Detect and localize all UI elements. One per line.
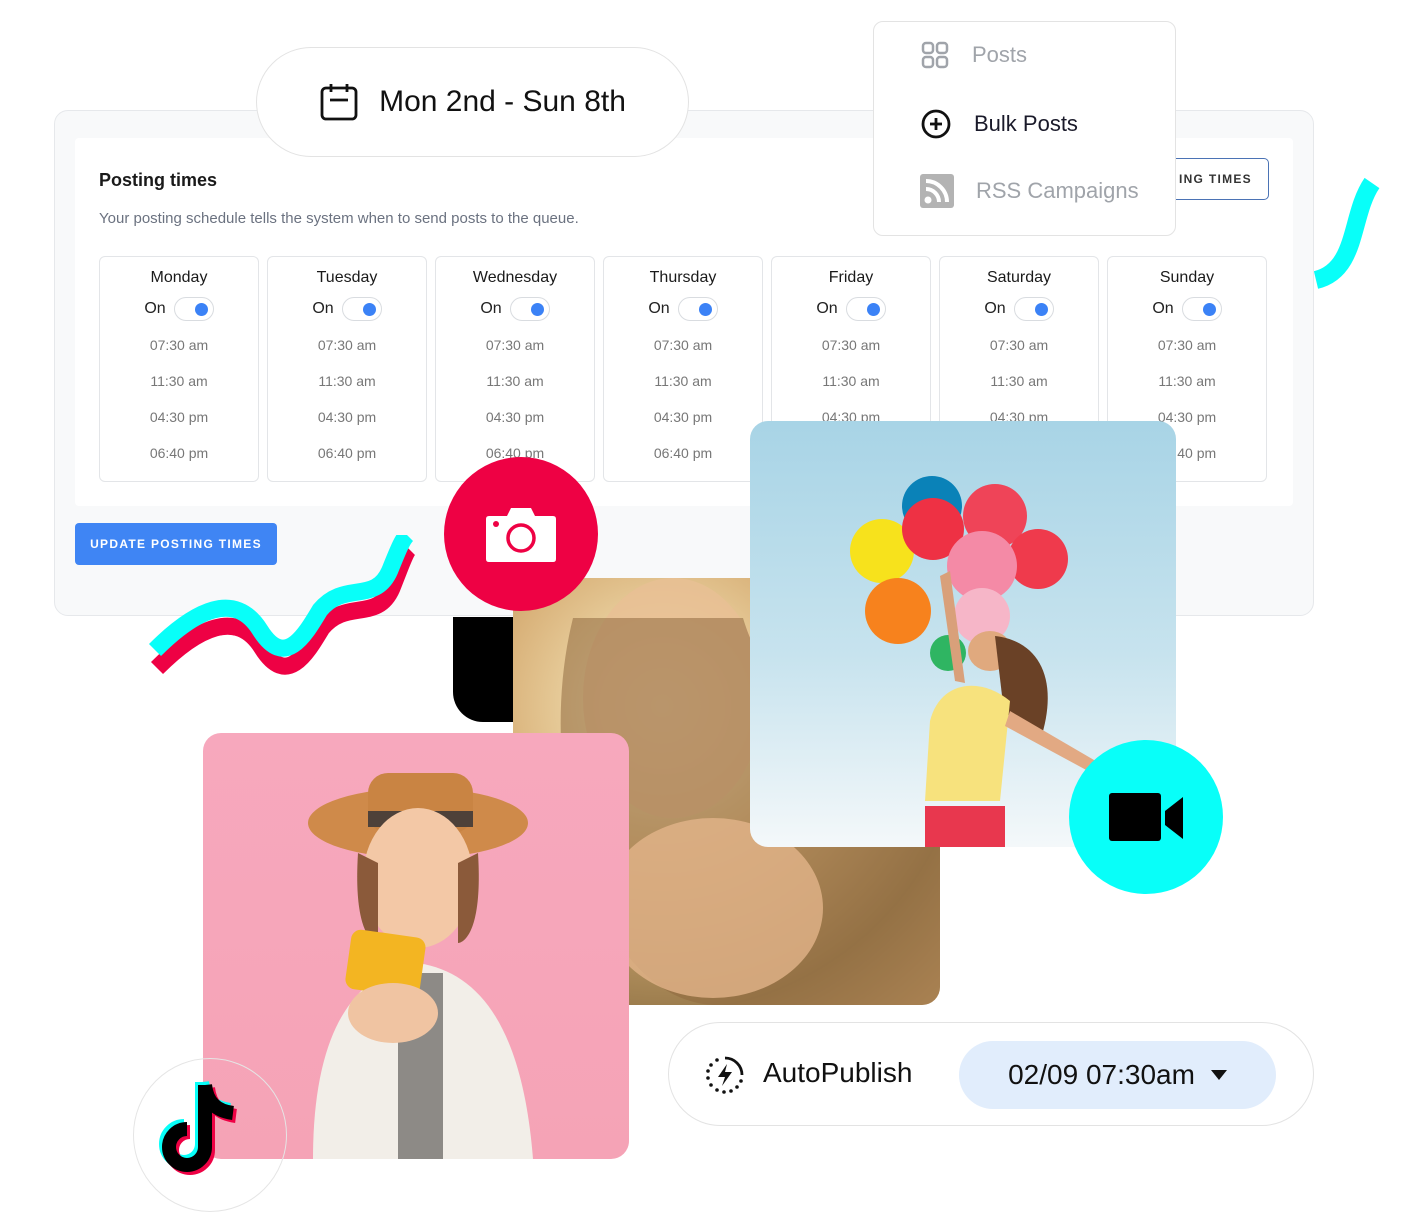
posting-time-slot[interactable]: 07:30 am (822, 327, 880, 363)
day-enabled-toggle[interactable] (1013, 297, 1054, 321)
day-toggle-row: On (984, 297, 1054, 321)
toggle-label: On (1152, 300, 1174, 317)
day-toggle-row: On (144, 297, 214, 321)
day-name: Monday (150, 269, 208, 286)
posting-time-slot[interactable]: 07:30 am (486, 327, 544, 363)
autopublish-selected-value: 02/09 07:30am (1008, 1059, 1195, 1090)
date-range-pill[interactable]: Mon 2nd - Sun 8th (256, 47, 689, 157)
day-toggle-row: On (816, 297, 886, 321)
menu-item-label: RSS Campaigns (976, 178, 1139, 203)
card-title: Posting times (99, 170, 218, 190)
day-toggle-row: On (648, 297, 718, 321)
posting-time-slot[interactable]: 06:40 pm (318, 435, 376, 471)
toggle-knob (530, 303, 544, 316)
day-name: Saturday (986, 269, 1052, 286)
autopublish-pill: AutoPublish 02/09 07:30am (668, 1022, 1314, 1126)
rss-icon (920, 174, 954, 208)
day-column-wednesday: Wednesday On 07:30 am 11:30 am 04:30 pm 06:40… (435, 256, 595, 482)
toggle-label: On (144, 300, 166, 317)
black-accent-shape (453, 617, 515, 722)
day-enabled-toggle[interactable] (173, 297, 214, 321)
posting-time-slot[interactable]: 07:30 am (318, 327, 376, 363)
calendar-icon (320, 84, 358, 121)
day-name: Tuesday (316, 269, 378, 286)
camera-badge (444, 457, 598, 611)
day-name: Thursday (649, 269, 717, 286)
tiktok-badge (133, 1058, 287, 1212)
posting-time-slot[interactable]: 07:30 am (150, 327, 208, 363)
day-toggle-row: On (480, 297, 550, 321)
autopublish-datetime-select[interactable]: 02/09 07:30am (959, 1041, 1276, 1109)
day-name: Sunday (1159, 269, 1215, 286)
menu-item-rss-campaigns[interactable]: RSS Campaigns (920, 174, 1139, 208)
day-column-monday: Monday On 07:30 am 11:30 am 04:30 pm 06:40 pm (99, 256, 259, 482)
posting-time-slot[interactable]: 11:30 am (318, 363, 375, 399)
day-enabled-toggle[interactable] (509, 297, 550, 321)
video-camera-icon (1109, 793, 1183, 841)
menu-item-bulk-posts[interactable]: Bulk Posts (920, 108, 1078, 140)
toggle-label: On (648, 300, 670, 317)
day-column-tuesday: Tuesday On 07:30 am 11:30 am 04:30 pm 06:40 p… (267, 256, 427, 482)
posting-time-slot[interactable]: 07:30 am (654, 327, 712, 363)
day-toggle-row: On (1152, 297, 1222, 321)
squiggle-right-decoration (1313, 177, 1380, 289)
plus-circle-icon (921, 109, 951, 139)
autopublish-label: AutoPublish (763, 1057, 913, 1088)
day-enabled-toggle[interactable] (341, 297, 382, 321)
posting-time-slot[interactable]: 11:30 am (150, 363, 207, 399)
toggle-knob (362, 303, 376, 316)
autopublish-bolt-icon (706, 1056, 744, 1094)
menu-item-posts[interactable]: Posts (920, 40, 1027, 70)
card-description: Your posting schedule tells the system w… (99, 210, 579, 227)
squiggle-left-decoration (148, 535, 415, 675)
posting-time-slot[interactable]: 11:30 am (990, 363, 1047, 399)
posting-time-slot[interactable]: 11:30 am (486, 363, 543, 399)
day-name: Friday (828, 269, 874, 286)
video-badge (1069, 740, 1223, 894)
day-enabled-toggle[interactable] (1181, 297, 1222, 321)
toggle-knob (698, 303, 712, 316)
posting-time-slot[interactable]: 07:30 am (990, 327, 1048, 363)
day-name: Wednesday (472, 269, 558, 286)
posting-time-slot[interactable]: 04:30 pm (150, 399, 208, 435)
day-toggle-row: On (312, 297, 382, 321)
date-range-label: Mon 2nd - Sun 8th (379, 85, 626, 118)
toggle-label: On (816, 300, 838, 317)
menu-item-label: Bulk Posts (974, 111, 1078, 136)
tiktok-logo-icon (159, 1080, 238, 1175)
posting-time-slot[interactable]: 06:40 pm (150, 435, 208, 471)
toggle-label: On (312, 300, 334, 317)
camera-icon (486, 508, 556, 562)
posting-time-slot[interactable]: 06:40 pm (654, 435, 712, 471)
menu-item-label: Posts (972, 42, 1028, 67)
day-enabled-toggle[interactable] (845, 297, 886, 321)
toggle-knob (194, 303, 208, 316)
posting-time-slot[interactable]: 04:30 pm (318, 399, 376, 435)
day-enabled-toggle[interactable] (677, 297, 718, 321)
caret-down-icon (1210, 1070, 1227, 1080)
posting-time-slot[interactable]: 04:30 pm (654, 399, 712, 435)
toggle-label: On (480, 300, 502, 317)
toggle-knob (866, 303, 880, 316)
day-column-thursday: Thursday On 07:30 am 11:30 am 04:30 pm 06:40 … (603, 256, 763, 482)
grid-icon (921, 41, 949, 69)
toggle-knob (1034, 303, 1048, 316)
posting-time-slot[interactable]: 11:30 am (1158, 363, 1215, 399)
toggle-label: On (984, 300, 1006, 317)
posting-time-slot[interactable]: 07:30 am (1158, 327, 1216, 363)
posting-time-slot[interactable]: 04:30 pm (486, 399, 544, 435)
posting-time-slot[interactable]: 11:30 am (822, 363, 879, 399)
posts-menu: Posts Bulk Posts RSS Campaigns (873, 21, 1176, 236)
posting-time-slot[interactable]: 11:30 am (654, 363, 711, 399)
toggle-knob (1202, 303, 1216, 316)
